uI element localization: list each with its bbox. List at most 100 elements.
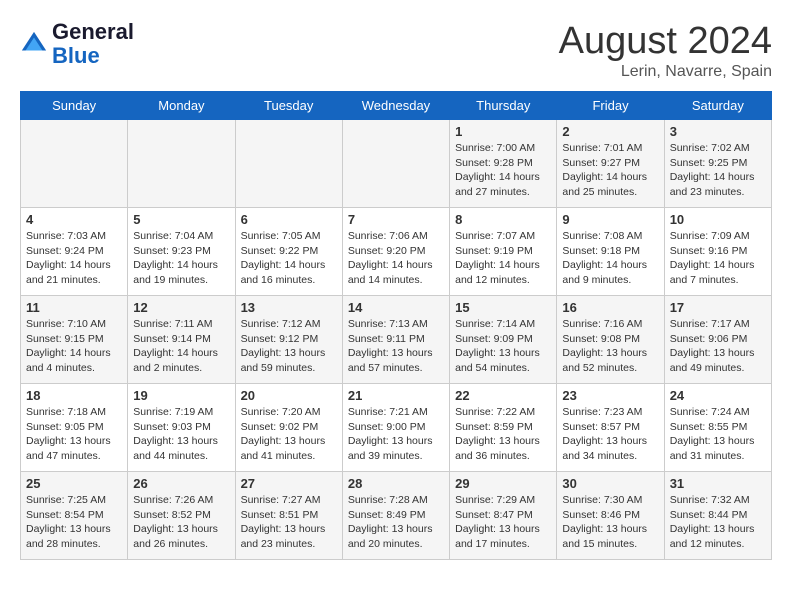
calendar-cell: 27 Sunrise: 7:27 AM Sunset: 8:51 PM Dayli… bbox=[235, 472, 342, 560]
day-info: Sunrise: 7:06 AM Sunset: 9:20 PM Dayligh… bbox=[348, 229, 444, 288]
day-number: 4 bbox=[26, 212, 122, 227]
calendar-week-row: 11 Sunrise: 7:10 AM Sunset: 9:15 PM Dayli… bbox=[21, 296, 772, 384]
day-number: 5 bbox=[133, 212, 229, 227]
calendar-cell: 30 Sunrise: 7:30 AM Sunset: 8:46 PM Dayli… bbox=[557, 472, 664, 560]
day-info: Sunrise: 7:29 AM Sunset: 8:47 PM Dayligh… bbox=[455, 493, 551, 552]
calendar-cell: 9Sunrise: 7:08 AM Sunset: 9:18 PM Daylig… bbox=[557, 208, 664, 296]
day-number: 3 bbox=[670, 124, 766, 139]
day-number: 10 bbox=[670, 212, 766, 227]
day-number: 21 bbox=[348, 388, 444, 403]
day-number: 25 bbox=[26, 476, 122, 491]
page-header: General Blue August 2024 Lerin, Navarre,… bbox=[20, 20, 772, 81]
day-info: Sunrise: 7:10 AM Sunset: 9:15 PM Dayligh… bbox=[26, 317, 122, 376]
day-info: Sunrise: 7:05 AM Sunset: 9:22 PM Dayligh… bbox=[241, 229, 337, 288]
weekday-header: Friday bbox=[557, 92, 664, 120]
day-number: 2 bbox=[562, 124, 658, 139]
day-info: Sunrise: 7:16 AM Sunset: 9:08 PM Dayligh… bbox=[562, 317, 658, 376]
day-info: Sunrise: 7:25 AM Sunset: 8:54 PM Dayligh… bbox=[26, 493, 122, 552]
calendar-cell: 14 Sunrise: 7:13 AM Sunset: 9:11 PM Dayli… bbox=[342, 296, 449, 384]
calendar-table: SundayMondayTuesdayWednesdayThursdayFrid… bbox=[20, 91, 772, 560]
day-number: 20 bbox=[241, 388, 337, 403]
calendar-cell: 17 Sunrise: 7:17 AM Sunset: 9:06 PM Dayli… bbox=[664, 296, 771, 384]
calendar-cell: 12Sunrise: 7:11 AM Sunset: 9:14 PM Dayli… bbox=[128, 296, 235, 384]
calendar-cell: 24 Sunrise: 7:24 AM Sunset: 8:55 PM Dayli… bbox=[664, 384, 771, 472]
weekday-header: Monday bbox=[128, 92, 235, 120]
calendar-cell: 29 Sunrise: 7:29 AM Sunset: 8:47 PM Dayli… bbox=[450, 472, 557, 560]
calendar-cell: 6 Sunrise: 7:05 AM Sunset: 9:22 PM Daylig… bbox=[235, 208, 342, 296]
calendar-cell bbox=[342, 120, 449, 208]
day-number: 18 bbox=[26, 388, 122, 403]
calendar-cell: 4 Sunrise: 7:03 AM Sunset: 9:24 PM Daylig… bbox=[21, 208, 128, 296]
calendar-cell: 7Sunrise: 7:06 AM Sunset: 9:20 PM Daylig… bbox=[342, 208, 449, 296]
day-number: 27 bbox=[241, 476, 337, 491]
day-info: Sunrise: 7:07 AM Sunset: 9:19 PM Dayligh… bbox=[455, 229, 551, 288]
day-number: 17 bbox=[670, 300, 766, 315]
day-number: 16 bbox=[562, 300, 658, 315]
calendar-cell: 15Sunrise: 7:14 AM Sunset: 9:09 PM Dayli… bbox=[450, 296, 557, 384]
day-info: Sunrise: 7:27 AM Sunset: 8:51 PM Dayligh… bbox=[241, 493, 337, 552]
logo-icon bbox=[20, 30, 48, 58]
day-info: Sunrise: 7:18 AM Sunset: 9:05 PM Dayligh… bbox=[26, 405, 122, 464]
calendar-week-row: 4 Sunrise: 7:03 AM Sunset: 9:24 PM Daylig… bbox=[21, 208, 772, 296]
calendar-cell: 2 Sunrise: 7:01 AM Sunset: 9:27 PM Daylig… bbox=[557, 120, 664, 208]
day-info: Sunrise: 7:12 AM Sunset: 9:12 PM Dayligh… bbox=[241, 317, 337, 376]
weekday-header: Thursday bbox=[450, 92, 557, 120]
day-info: Sunrise: 7:14 AM Sunset: 9:09 PM Dayligh… bbox=[455, 317, 551, 376]
calendar-cell: 20 Sunrise: 7:20 AM Sunset: 9:02 PM Dayli… bbox=[235, 384, 342, 472]
title-block: August 2024 Lerin, Navarre, Spain bbox=[559, 20, 772, 81]
calendar-cell: 5Sunrise: 7:04 AM Sunset: 9:23 PM Daylig… bbox=[128, 208, 235, 296]
day-info: Sunrise: 7:02 AM Sunset: 9:25 PM Dayligh… bbox=[670, 141, 766, 200]
day-number: 22 bbox=[455, 388, 551, 403]
calendar-week-row: 1Sunrise: 7:00 AM Sunset: 9:28 PM Daylig… bbox=[21, 120, 772, 208]
day-info: Sunrise: 7:24 AM Sunset: 8:55 PM Dayligh… bbox=[670, 405, 766, 464]
day-info: Sunrise: 7:21 AM Sunset: 9:00 PM Dayligh… bbox=[348, 405, 444, 464]
day-info: Sunrise: 7:09 AM Sunset: 9:16 PM Dayligh… bbox=[670, 229, 766, 288]
calendar-cell: 28 Sunrise: 7:28 AM Sunset: 8:49 PM Dayli… bbox=[342, 472, 449, 560]
day-number: 26 bbox=[133, 476, 229, 491]
day-number: 8 bbox=[455, 212, 551, 227]
calendar-body: 1Sunrise: 7:00 AM Sunset: 9:28 PM Daylig… bbox=[21, 120, 772, 560]
calendar-cell: 21 Sunrise: 7:21 AM Sunset: 9:00 PM Dayli… bbox=[342, 384, 449, 472]
day-number: 23 bbox=[562, 388, 658, 403]
day-info: Sunrise: 7:01 AM Sunset: 9:27 PM Dayligh… bbox=[562, 141, 658, 200]
day-number: 19 bbox=[133, 388, 229, 403]
day-number: 9 bbox=[562, 212, 658, 227]
calendar-cell: 13 Sunrise: 7:12 AM Sunset: 9:12 PM Dayli… bbox=[235, 296, 342, 384]
calendar-cell: 22 Sunrise: 7:22 AM Sunset: 8:59 PM Dayli… bbox=[450, 384, 557, 472]
calendar-cell: 3 Sunrise: 7:02 AM Sunset: 9:25 PM Daylig… bbox=[664, 120, 771, 208]
weekday-header: Wednesday bbox=[342, 92, 449, 120]
day-number: 1 bbox=[455, 124, 551, 139]
day-number: 11 bbox=[26, 300, 122, 315]
day-number: 24 bbox=[670, 388, 766, 403]
day-number: 13 bbox=[241, 300, 337, 315]
day-info: Sunrise: 7:13 AM Sunset: 9:11 PM Dayligh… bbox=[348, 317, 444, 376]
calendar-cell: 23 Sunrise: 7:23 AM Sunset: 8:57 PM Dayli… bbox=[557, 384, 664, 472]
day-info: Sunrise: 7:17 AM Sunset: 9:06 PM Dayligh… bbox=[670, 317, 766, 376]
calendar-cell bbox=[128, 120, 235, 208]
day-info: Sunrise: 7:20 AM Sunset: 9:02 PM Dayligh… bbox=[241, 405, 337, 464]
calendar-week-row: 25 Sunrise: 7:25 AM Sunset: 8:54 PM Dayli… bbox=[21, 472, 772, 560]
day-number: 12 bbox=[133, 300, 229, 315]
day-info: Sunrise: 7:28 AM Sunset: 8:49 PM Dayligh… bbox=[348, 493, 444, 552]
calendar-cell bbox=[235, 120, 342, 208]
day-info: Sunrise: 7:03 AM Sunset: 9:24 PM Dayligh… bbox=[26, 229, 122, 288]
day-number: 30 bbox=[562, 476, 658, 491]
day-number: 14 bbox=[348, 300, 444, 315]
calendar-header: SundayMondayTuesdayWednesdayThursdayFrid… bbox=[21, 92, 772, 120]
logo-text: General Blue bbox=[52, 20, 134, 68]
day-info: Sunrise: 7:22 AM Sunset: 8:59 PM Dayligh… bbox=[455, 405, 551, 464]
month-year: August 2024 bbox=[559, 20, 772, 63]
calendar-cell: 31Sunrise: 7:32 AM Sunset: 8:44 PM Dayli… bbox=[664, 472, 771, 560]
day-info: Sunrise: 7:30 AM Sunset: 8:46 PM Dayligh… bbox=[562, 493, 658, 552]
day-info: Sunrise: 7:23 AM Sunset: 8:57 PM Dayligh… bbox=[562, 405, 658, 464]
calendar-cell: 1Sunrise: 7:00 AM Sunset: 9:28 PM Daylig… bbox=[450, 120, 557, 208]
day-number: 29 bbox=[455, 476, 551, 491]
day-number: 6 bbox=[241, 212, 337, 227]
weekday-header: Saturday bbox=[664, 92, 771, 120]
calendar-cell: 18 Sunrise: 7:18 AM Sunset: 9:05 PM Dayli… bbox=[21, 384, 128, 472]
calendar-cell: 26Sunrise: 7:26 AM Sunset: 8:52 PM Dayli… bbox=[128, 472, 235, 560]
day-info: Sunrise: 7:32 AM Sunset: 8:44 PM Dayligh… bbox=[670, 493, 766, 552]
day-number: 28 bbox=[348, 476, 444, 491]
calendar-week-row: 18 Sunrise: 7:18 AM Sunset: 9:05 PM Dayli… bbox=[21, 384, 772, 472]
weekday-row: SundayMondayTuesdayWednesdayThursdayFrid… bbox=[21, 92, 772, 120]
